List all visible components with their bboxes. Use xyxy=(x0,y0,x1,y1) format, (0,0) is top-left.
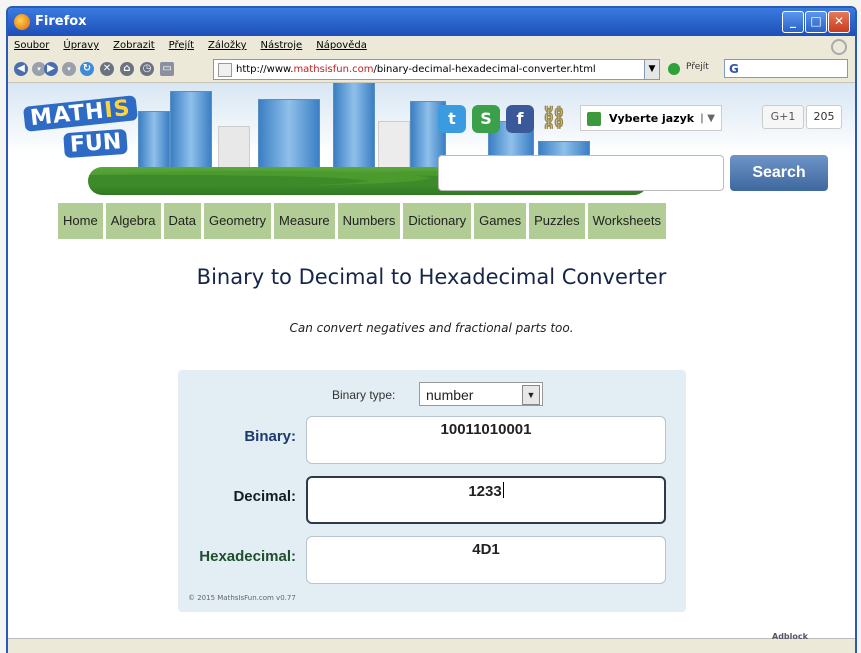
nav-numbers[interactable]: Numbers xyxy=(337,203,401,239)
main-nav: Home Algebra Data Geometry Measure Numbe… xyxy=(58,203,669,239)
maximize-button[interactable]: □ xyxy=(805,11,827,33)
url-prefix: http://www. xyxy=(236,64,294,75)
window-title: Firefox xyxy=(35,14,87,29)
forward-dropdown-icon[interactable]: ▾ xyxy=(62,62,76,76)
page-title: Binary to Decimal to Hexadecimal Convert… xyxy=(196,265,667,289)
nav-puzzles[interactable]: Puzzles xyxy=(529,203,585,239)
page-content: MATHIS FUN t S f ⛓ Vyberte jazyk | ▼ G+1… xyxy=(8,83,855,653)
nav-worksheets[interactable]: Worksheets xyxy=(587,203,667,239)
google-plus-count: 205 xyxy=(806,105,842,129)
forward-icon[interactable]: ▶ xyxy=(44,62,58,76)
page-icon xyxy=(218,63,232,77)
adblock-label[interactable]: Adblock xyxy=(772,632,808,641)
facebook-icon[interactable]: f xyxy=(506,105,534,133)
nav-games[interactable]: Games xyxy=(474,203,527,239)
nav-measure[interactable]: Measure xyxy=(274,203,335,239)
nav-algebra[interactable]: Algebra xyxy=(105,203,161,239)
site-banner: MATHIS FUN t S f ⛓ Vyberte jazyk | ▼ G+1… xyxy=(8,83,855,203)
close-button[interactable]: ✕ xyxy=(828,11,850,33)
binary-field[interactable]: 10011010001 xyxy=(306,416,666,464)
text-caret xyxy=(502,482,504,498)
hexadecimal-value: 4D1 xyxy=(472,541,500,558)
url-dropdown-icon[interactable]: ▼ xyxy=(644,60,659,79)
hexadecimal-label: Hexadecimal: xyxy=(199,548,296,565)
menu-upravy[interactable]: Úpravy xyxy=(63,36,99,56)
menu-nastroje[interactable]: Nástroje xyxy=(261,36,303,56)
logo-fun: FUN xyxy=(63,128,129,159)
stumbleupon-icon[interactable]: S xyxy=(472,105,500,133)
site-search-input[interactable] xyxy=(438,155,724,191)
binary-type-select[interactable]: number ▼ xyxy=(419,382,543,406)
decimal-value: 1233 xyxy=(468,483,502,500)
decimal-label: Decimal: xyxy=(233,488,296,505)
google-plus-button[interactable]: G+1 xyxy=(762,105,804,129)
mathsisfun-logo[interactable]: MATHIS FUN xyxy=(23,95,138,161)
go-label[interactable]: Přejít xyxy=(686,62,709,72)
navigation-toolbar: ◀ ▾ ▶ ▾ ↻ ✕ ⌂ ◷ ▭ http://www.mathsisfun.… xyxy=(8,56,855,83)
chevron-down-icon: | ▼ xyxy=(700,113,715,124)
search-button[interactable]: Search xyxy=(730,155,828,191)
url-bar[interactable]: http://www.mathsisfun.com/binary-decimal… xyxy=(213,59,660,80)
nav-dictionary[interactable]: Dictionary xyxy=(403,203,472,239)
reload-icon[interactable]: ↻ xyxy=(80,62,94,76)
browser-window: Firefox _ □ ✕ Soubor Úpravy Zobrazit Přejít… xyxy=(6,6,857,653)
binary-type-label: Binary type: xyxy=(332,388,396,402)
nav-geometry[interactable]: Geometry xyxy=(203,203,272,239)
nav-home[interactable]: Home xyxy=(58,203,103,239)
firefox-logo-icon xyxy=(14,14,30,30)
home-icon[interactable]: ⌂ xyxy=(120,62,134,76)
throbber-icon xyxy=(831,39,847,55)
chevron-down-icon: ▼ xyxy=(522,385,540,405)
url-host: mathsisfun.com xyxy=(293,64,374,75)
menu-prejit[interactable]: Přejít xyxy=(169,36,194,56)
hexadecimal-field[interactable]: 4D1 xyxy=(306,536,666,584)
nav-data[interactable]: Data xyxy=(163,203,201,239)
decimal-field[interactable]: 1233 xyxy=(306,476,666,524)
binary-value: 10011010001 xyxy=(440,421,532,438)
logo-math: MATH xyxy=(28,98,106,132)
go-icon[interactable] xyxy=(668,63,680,75)
menu-napoveda[interactable]: Nápověda xyxy=(316,36,367,56)
binary-type-value: number xyxy=(426,387,474,403)
google-translate-icon xyxy=(587,112,601,126)
url-path: /binary-decimal-hexadecimal-converter.ht… xyxy=(373,64,596,75)
menu-soubor[interactable]: Soubor xyxy=(14,36,49,56)
menu-zalozky[interactable]: Záložky xyxy=(208,36,246,56)
back-icon[interactable]: ◀ xyxy=(14,62,28,76)
logo-is: IS xyxy=(103,95,132,124)
menu-zobrazit[interactable]: Zobrazit xyxy=(113,36,155,56)
history-icon[interactable]: ◷ xyxy=(140,62,154,76)
language-selector[interactable]: Vyberte jazyk | ▼ xyxy=(580,105,722,131)
stop-icon[interactable]: ✕ xyxy=(100,62,114,76)
menu-bar: Soubor Úpravy Zobrazit Přejít Záložky Nástroj… xyxy=(8,36,855,56)
print-icon[interactable]: ▭ xyxy=(160,62,174,76)
language-label: Vyberte jazyk xyxy=(609,112,695,125)
copyright-text: © 2015 MathsIsFun.com v0.77 xyxy=(188,594,296,602)
link-icon[interactable]: ⛓ xyxy=(540,105,568,133)
minimize-button[interactable]: _ xyxy=(782,11,804,33)
binary-label: Binary: xyxy=(244,428,296,445)
title-bar: Firefox _ □ ✕ xyxy=(8,8,855,36)
converter-panel: Binary type: number ▼ Binary: 1001101000… xyxy=(178,370,686,612)
twitter-icon[interactable]: t xyxy=(438,105,466,133)
web-search-box[interactable]: G xyxy=(724,59,848,78)
page-subtitle: Can convert negatives and fractional par… xyxy=(289,321,574,335)
